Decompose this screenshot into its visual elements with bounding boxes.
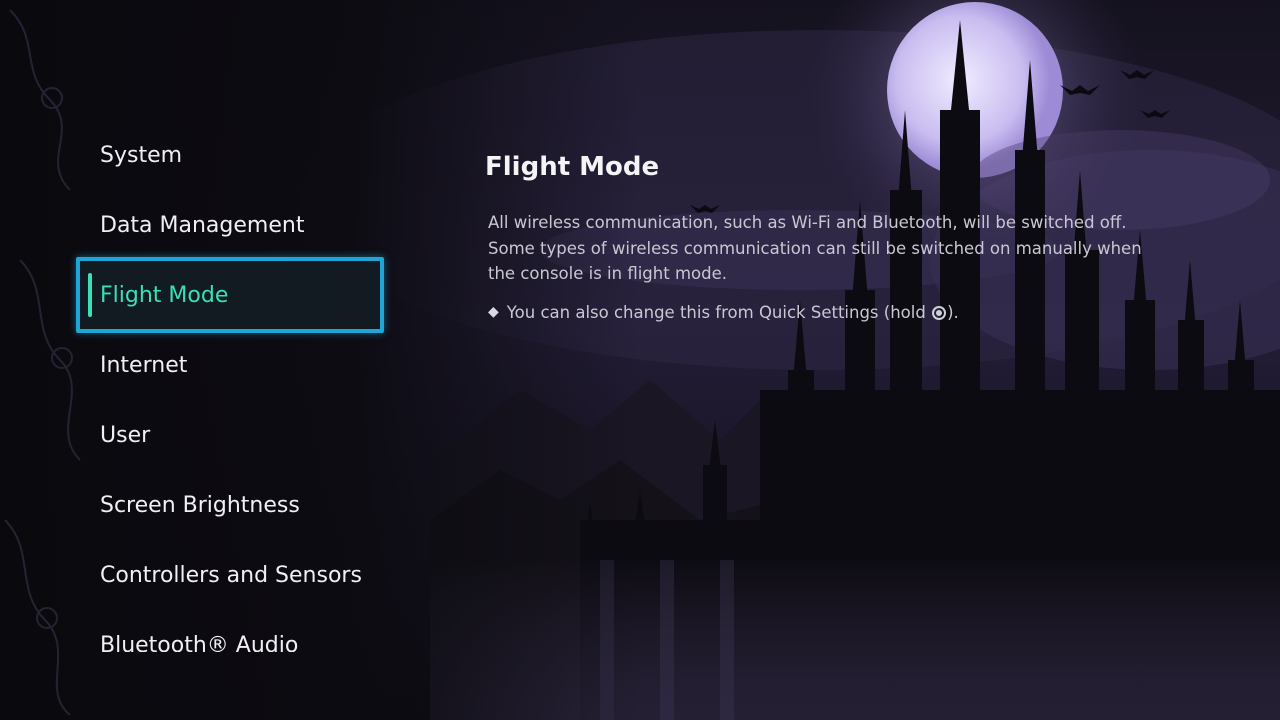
sidebar-item-label: Screen Brightness <box>100 492 300 518</box>
description-line: Some types of wireless communication can… <box>488 238 1142 258</box>
description-line: the console is in flight mode. <box>488 264 727 283</box>
sidebar-item-label: Flight Mode <box>100 282 229 308</box>
sidebar-item-label: Internet <box>100 352 188 378</box>
sidebar-item-screen-brightness[interactable]: Screen Brightness <box>76 467 384 543</box>
sidebar-item-label: Data Management <box>100 212 305 238</box>
hint-text: You can also change this from Quick Sett… <box>506 302 932 322</box>
home-button-icon <box>932 306 947 320</box>
detail-panel: Flight Mode All wireless communication, … <box>485 150 1205 322</box>
sidebar-item-label: User <box>100 422 151 448</box>
sidebar-item-data-management[interactable]: Data Management <box>76 187 384 263</box>
sidebar-item-bluetooth-audio[interactable]: Bluetooth® Audio <box>76 607 384 653</box>
hint-text-end: ). <box>947 302 959 322</box>
diamond-bullet-icon: ◆ <box>488 304 499 320</box>
sidebar-item-internet[interactable]: Internet <box>76 327 384 403</box>
sidebar-item-controllers-and-sensors[interactable]: Controllers and Sensors <box>76 537 384 613</box>
quick-settings-hint: ◆ You can also change this from Quick Se… <box>485 303 1205 322</box>
settings-sidebar: System Data Management Flight Mode Inter… <box>0 120 420 652</box>
sidebar-item-label: Controllers and Sensors <box>100 562 362 588</box>
page-title: Flight Mode <box>485 152 660 182</box>
sidebar-item-label: System <box>100 142 183 168</box>
sidebar-item-system[interactable]: System <box>76 120 384 193</box>
sidebar-item-user[interactable]: User <box>76 397 384 473</box>
sidebar-item-flight-mode[interactable]: Flight Mode <box>76 257 384 333</box>
description: All wireless communication, such as Wi-F… <box>485 210 1205 287</box>
description-line: All wireless communication, such as Wi-F… <box>488 213 1127 232</box>
sidebar-item-label: Bluetooth® Audio <box>100 632 299 653</box>
